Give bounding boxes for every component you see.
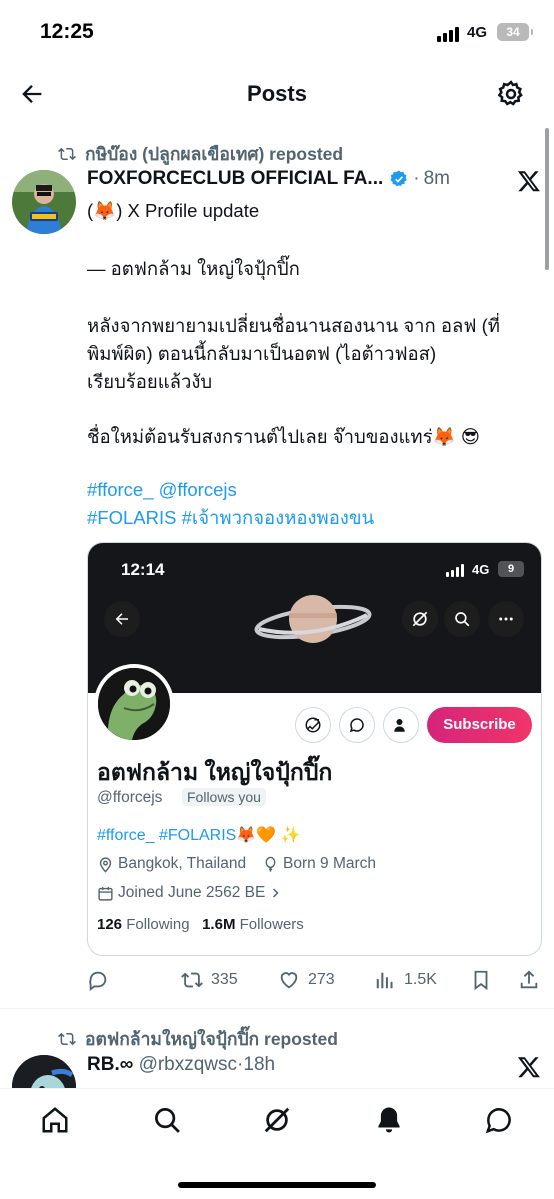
- grok-summary-button: [295, 707, 331, 743]
- status-bar: 12:25 4G 34: [0, 0, 554, 66]
- share-button[interactable]: [518, 966, 540, 994]
- card-status-time: 12:14: [121, 560, 165, 579]
- post-time[interactable]: 18h: [243, 1054, 275, 1075]
- message-button: [339, 707, 375, 743]
- verified-badge-icon: [390, 170, 407, 187]
- post-text-line: พิมพ์ผิด) ตอนนี้กลับมาเป็นอตฟ (ไอต้าวฟอส…: [87, 343, 437, 364]
- repost-label: กษิบ๊อง (ปลูกผลเขือเทศ) reposted: [85, 144, 344, 164]
- x-logo-icon[interactable]: [516, 1055, 542, 1079]
- post-text-line: เรียบร้อยแล้วงับ: [87, 371, 213, 392]
- post-text-line: — อตฟกล้าม ใหญ่ใจปุ้กปิ๊ก: [87, 258, 300, 279]
- network-label: 4G: [467, 24, 488, 41]
- location-icon: [99, 856, 112, 873]
- like-count: 273: [308, 971, 335, 988]
- followers-count: 1.6M: [202, 916, 236, 933]
- follows-you-badge: Follows you: [182, 788, 266, 806]
- repost-context[interactable]: กษิบ๊อง (ปลูกผลเขือเทศ) reposted: [57, 140, 343, 168]
- chevron-right-icon: [273, 888, 279, 898]
- reply-icon: [89, 971, 107, 991]
- author-name[interactable]: RB.∞: [87, 1054, 133, 1075]
- bookmark-icon: [474, 970, 488, 991]
- repost-label: อตฟกล้ามใหญ่ใจปุ้กปิ๊ก reposted: [85, 1029, 338, 1049]
- repost-count: 335: [211, 971, 238, 988]
- card-more-button: [488, 601, 524, 637]
- balloon-icon: [265, 856, 276, 872]
- card-signal-icon: [446, 564, 468, 577]
- bookmark-button[interactable]: [470, 966, 492, 994]
- search-icon[interactable]: [152, 1105, 182, 1135]
- avatar[interactable]: [12, 170, 76, 234]
- card-search-button: [444, 601, 480, 637]
- notifications-icon[interactable]: [374, 1105, 404, 1135]
- repost-icon: [181, 972, 203, 988]
- views-icon: [376, 972, 393, 989]
- x-logo-icon[interactable]: [516, 169, 542, 193]
- page-title: Posts: [247, 81, 307, 106]
- profile-birthday: Born 9 March: [262, 855, 376, 873]
- separator-dot: ·: [413, 168, 420, 189]
- post-text-line: ชื่อใหม่ต้อนรับสงกรานต์ไปเลย จ๊าบของแทร่…: [87, 426, 481, 447]
- scrollbar[interactable]: [545, 128, 549, 270]
- subscribe-button: Subscribe: [427, 707, 532, 743]
- repost-button[interactable]: 335: [181, 966, 238, 994]
- follow-status-button: [383, 707, 419, 743]
- card-grok-button: [402, 601, 438, 637]
- hashtag-link[interactable]: #fforce_ @fforcejs: [87, 475, 237, 505]
- card-back-button: [104, 601, 140, 637]
- battery-icon: 34: [497, 23, 533, 41]
- status-time: 12:25: [40, 20, 94, 43]
- post-divider: [0, 1008, 554, 1009]
- repost-icon: [58, 147, 76, 161]
- author-name[interactable]: FOXFORCECLUB OFFICIAL FA...: [87, 168, 383, 190]
- profile-bio: #fforce_ #FOLARIS🦊🧡 ✨: [97, 827, 301, 844]
- location-text: Bangkok, Thailand: [118, 855, 247, 872]
- calendar-icon: [98, 886, 113, 901]
- card-battery-icon: 9: [498, 561, 524, 577]
- profile-avatar: [94, 664, 174, 744]
- views-button[interactable]: 1.5K: [374, 966, 437, 994]
- signal-icon: [437, 26, 463, 42]
- embedded-image[interactable]: 12:14 4G 9 Subscribe อตฟกล้าม ใหญ่ใจปุ้ก…: [87, 542, 542, 956]
- post-time[interactable]: 8m: [424, 168, 450, 190]
- profile-name: อตฟกล้าม ใหญ่ใจปุ้กปิ๊ก: [97, 759, 333, 785]
- profile-location: Bangkok, Thailand: [97, 855, 246, 873]
- post-text-line: หลังจากพยายามเปลี่ยนชื่อนานสองนาน จาก อล…: [87, 315, 500, 336]
- profile-handle: @fforcejs: [97, 789, 163, 806]
- gear-icon[interactable]: [496, 79, 526, 109]
- reply-button[interactable]: [87, 966, 109, 994]
- top-bar: Posts: [0, 66, 554, 122]
- home-indicator: [178, 1182, 376, 1188]
- views-count: 1.5K: [404, 971, 437, 988]
- share-icon: [520, 970, 538, 989]
- hashtag-link[interactable]: #FOLARIS #เจ้าพวกจองหองพองขน: [87, 503, 374, 533]
- like-button[interactable]: 273: [278, 966, 335, 994]
- birthday-text: Born 9 March: [283, 855, 377, 872]
- card-network-label: 4G: [472, 562, 490, 577]
- repost-icon: [58, 1032, 76, 1046]
- grok-icon[interactable]: [262, 1105, 292, 1135]
- following-count: 126: [97, 916, 123, 933]
- profile-joined: Joined June 2562 BE: [97, 884, 281, 902]
- messages-icon[interactable]: [484, 1105, 514, 1135]
- author-handle[interactable]: @rbxzqwsc: [139, 1054, 237, 1075]
- following-label: Following: [126, 916, 190, 933]
- repost-context[interactable]: อตฟกล้ามใหญ่ใจปุ้กปิ๊ก reposted: [57, 1025, 338, 1053]
- profile-stats: 126 Following 1.6M Followers: [97, 916, 304, 933]
- saturn-image: [254, 595, 372, 643]
- joined-text: Joined June 2562 BE: [118, 884, 266, 901]
- post-header: FOXFORCECLUB OFFICIAL FA... · 8m: [87, 168, 450, 190]
- home-icon[interactable]: [40, 1105, 70, 1135]
- followers-label: Followers: [239, 916, 304, 933]
- post-header: RB.∞ @rbxzqwsc·18h: [87, 1054, 275, 1076]
- post-text-line: (🦊) X Profile update: [87, 200, 260, 221]
- heart-icon: [280, 972, 298, 989]
